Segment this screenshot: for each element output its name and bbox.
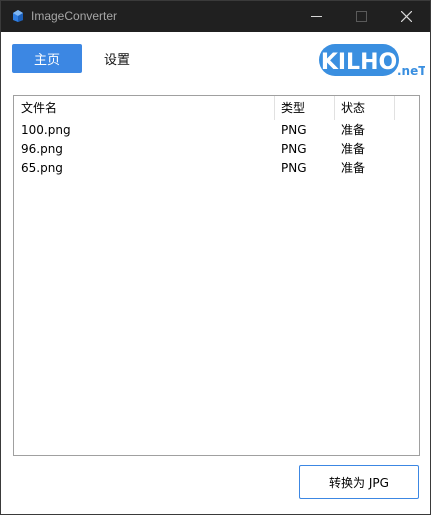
app-icon — [13, 10, 23, 22]
cell-status: 准备 — [341, 161, 366, 175]
nav-settings-button[interactable]: 设置 — [94, 44, 140, 73]
column-header-type[interactable]: 类型 — [274, 96, 334, 120]
nav-home-button[interactable]: 主页 — [12, 44, 82, 73]
close-button[interactable] — [384, 1, 429, 32]
title-bar[interactable]: ImageConverter — [1, 1, 430, 32]
maximize-icon — [356, 11, 367, 22]
app-window: ImageConverter 主页 设置 KILHO .neT 文件名 类型 状… — [0, 0, 431, 515]
minimize-button[interactable] — [294, 1, 339, 32]
column-divider[interactable] — [394, 96, 395, 120]
logo-main-text: KILHO — [321, 50, 397, 75]
cell-type: PNG — [281, 123, 307, 137]
cell-type: PNG — [281, 142, 307, 156]
cell-filename: 65.png — [21, 161, 63, 175]
column-header-status[interactable]: 状态 — [334, 96, 394, 120]
table-row[interactable]: 96.png PNG 准备 — [14, 140, 419, 159]
cell-type: PNG — [281, 161, 307, 175]
cell-filename: 100.png — [21, 123, 71, 137]
table-row[interactable]: 65.png PNG 准备 — [14, 159, 419, 178]
window-title: ImageConverter — [31, 9, 118, 23]
kilho-logo: KILHO .neT — [319, 44, 425, 78]
file-list[interactable]: 文件名 类型 状态 100.png PNG 准备 96.png PNG 准备 6… — [13, 95, 420, 456]
logo-suffix-text: .neT — [397, 64, 425, 78]
minimize-icon — [311, 16, 322, 17]
list-header: 文件名 类型 状态 — [14, 96, 419, 120]
cell-status: 准备 — [341, 123, 366, 137]
cell-status: 准备 — [341, 142, 366, 156]
close-icon — [401, 11, 412, 22]
cell-filename: 96.png — [21, 142, 63, 156]
maximize-button[interactable] — [339, 1, 384, 32]
convert-to-jpg-button[interactable]: 转换为 JPG — [299, 465, 419, 499]
column-header-filename[interactable]: 文件名 — [14, 96, 274, 120]
table-row[interactable]: 100.png PNG 准备 — [14, 121, 419, 140]
